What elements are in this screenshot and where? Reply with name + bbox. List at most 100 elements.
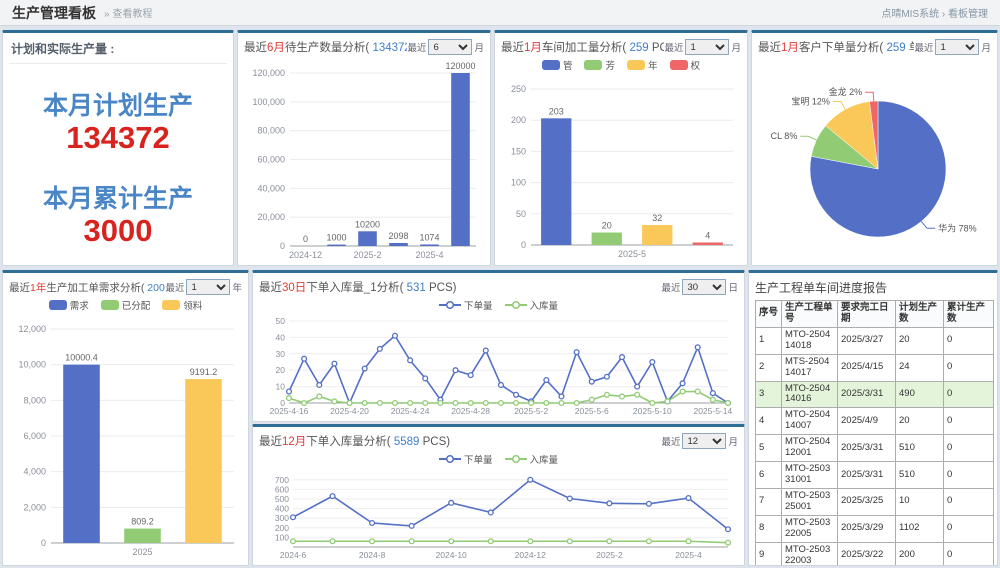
data-point (604, 374, 609, 379)
progress-table: 序号生产工程单号要求完工日期计划生产数累计生产数 1MTO-2504140182… (755, 300, 994, 566)
period-selector: 最近30日 (661, 279, 738, 295)
chart-text: 100 (275, 532, 289, 542)
legend-item[interactable]: 需求 (49, 298, 89, 312)
table-cell: MTO-250412001 (782, 435, 838, 462)
summary-body: 本月计划生产 134372 本月累计生产 3000 (9, 64, 227, 248)
period-selector: 最近1月 (914, 39, 991, 55)
bar (185, 379, 222, 543)
table-row[interactable]: 5MTO-2504120012025/3/315100 (756, 435, 994, 462)
legend-item[interactable]: 入库量 (505, 452, 559, 466)
table-cell: 0 (944, 354, 994, 381)
chart-text: 80,000 (257, 126, 285, 136)
table-cell: MTO-250325001 (782, 488, 838, 515)
table-row[interactable]: 8MTO-2503220052025/3/2911020 (756, 515, 994, 542)
data-point (710, 397, 715, 402)
legend-swatch-icon (627, 60, 645, 70)
chart-text: 12,000 (18, 324, 46, 334)
legend-label: 下单量 (464, 452, 493, 466)
table-cell: 1102 (896, 515, 944, 542)
data-point (483, 348, 488, 353)
legend-item[interactable]: 管 (542, 58, 573, 72)
chart-text: 2024-6 (280, 550, 307, 560)
data-point (559, 401, 564, 406)
bar (63, 365, 100, 543)
chart-text: 宝明 12% (791, 96, 830, 107)
workshop-bar-chart: 050100150200250203203242025-5 (501, 73, 741, 261)
data-point (680, 389, 685, 394)
chart-text: 2024-8 (359, 550, 386, 560)
data-point (514, 401, 519, 406)
table-header-cell: 要求完工日期 (838, 301, 896, 328)
data-point (377, 401, 382, 406)
table-cell: 0 (944, 542, 994, 566)
table-row[interactable]: 9MTO-2503220032025/3/222000 (756, 542, 994, 566)
chart-text: 300 (275, 513, 289, 523)
data-point (695, 389, 700, 394)
legend-item[interactable]: 年 (627, 58, 658, 72)
period-select[interactable]: 12 (682, 433, 726, 449)
data-point (409, 539, 414, 544)
legend-swatch-icon (670, 60, 688, 70)
data-point (647, 539, 652, 544)
table-row[interactable]: 1MTO-2504140182025/3/27200 (756, 327, 994, 354)
data-point (635, 392, 640, 397)
legend-swatch-icon (101, 300, 119, 310)
bar (592, 233, 622, 245)
panel-customer-orders: 最近1月客户下单量分析( 259 单) 最近1月 华为 78%CL 8%宝明 1… (751, 30, 998, 266)
legend-item[interactable]: 入库量 (505, 298, 559, 312)
legend-label: 已分配 (122, 298, 151, 312)
data-point (650, 360, 655, 365)
data-point (604, 392, 609, 397)
plan-label: 本月计划生产 (9, 92, 227, 121)
legend-item[interactable]: 领料 (162, 298, 202, 312)
data-point (635, 384, 640, 389)
panel-pending-production: 最近6月待生产数量分析( 134372 PCS) 最近6月 020,00040,… (237, 30, 491, 266)
customer-pie-chart: 华为 78%CL 8%宝明 12%金龙 2% (758, 57, 991, 261)
data-point (607, 539, 612, 544)
period-select[interactable]: 30 (682, 279, 726, 295)
chart-text: 2,000 (23, 502, 46, 512)
table-row[interactable]: 6MTO-2503310012025/3/315100 (756, 462, 994, 489)
bar (420, 244, 439, 246)
panel-demand-analysis: 最近1年生产加工单需求分析( 20000.8 最近1年 需求已分配领料 02,0… (2, 270, 249, 566)
table-cell: 4 (756, 408, 782, 435)
table-row[interactable]: 7MTO-2503250012025/3/25100 (756, 488, 994, 515)
view-tutorial-link[interactable]: » 查看教程 (104, 5, 152, 20)
period-select[interactable]: 1 (186, 279, 230, 295)
period-select[interactable]: 1 (685, 39, 729, 55)
summary-title: 计划和实际生产量 : (9, 37, 227, 64)
chart-text: 2025-5-10 (633, 406, 672, 416)
data-point (287, 396, 292, 401)
table-row[interactable]: 2MTS-2504140172025/4/15240 (756, 354, 994, 381)
breadcrumb[interactable]: 点晴MIS系统 › 看板管理 (881, 5, 988, 20)
chart-text: 2025-4-28 (451, 406, 490, 416)
table-cell: 2025/3/22 (838, 542, 896, 566)
legend-item[interactable]: 芳 (584, 58, 615, 72)
table-cell: 510 (896, 462, 944, 489)
legend-item[interactable]: 已分配 (101, 298, 151, 312)
data-point (409, 523, 414, 528)
legend-item[interactable]: 权 (670, 58, 701, 72)
table-row[interactable]: 3MTO-2504140162025/3/314900 (756, 381, 994, 408)
data-point (607, 501, 612, 506)
table-cell: 3 (756, 381, 782, 408)
chart-legend: 管芳年权 (501, 57, 741, 73)
data-point (620, 355, 625, 360)
chart-text: 6,000 (23, 431, 46, 441)
table-cell: 5 (756, 435, 782, 462)
pending-bar-chart: 020,00040,00060,00080,000100,000120,0000… (244, 57, 484, 262)
table-row[interactable]: 4MTO-2504140072025/4/9200 (756, 408, 994, 435)
chart-text: 500 (275, 494, 289, 504)
chart-text: 2098 (388, 231, 408, 241)
legend-label: 需求 (70, 298, 89, 312)
legend-item[interactable]: 下单量 (439, 298, 493, 312)
chart-text: 200 (275, 523, 289, 533)
data-point (499, 401, 504, 406)
data-point (449, 500, 454, 505)
period-select[interactable]: 6 (428, 39, 472, 55)
period-selector: 最近12月 (661, 433, 738, 449)
legend-label: 管 (563, 58, 573, 72)
period-select[interactable]: 1 (935, 39, 979, 55)
chart-text: 1000 (326, 233, 346, 243)
legend-item[interactable]: 下单量 (439, 452, 493, 466)
